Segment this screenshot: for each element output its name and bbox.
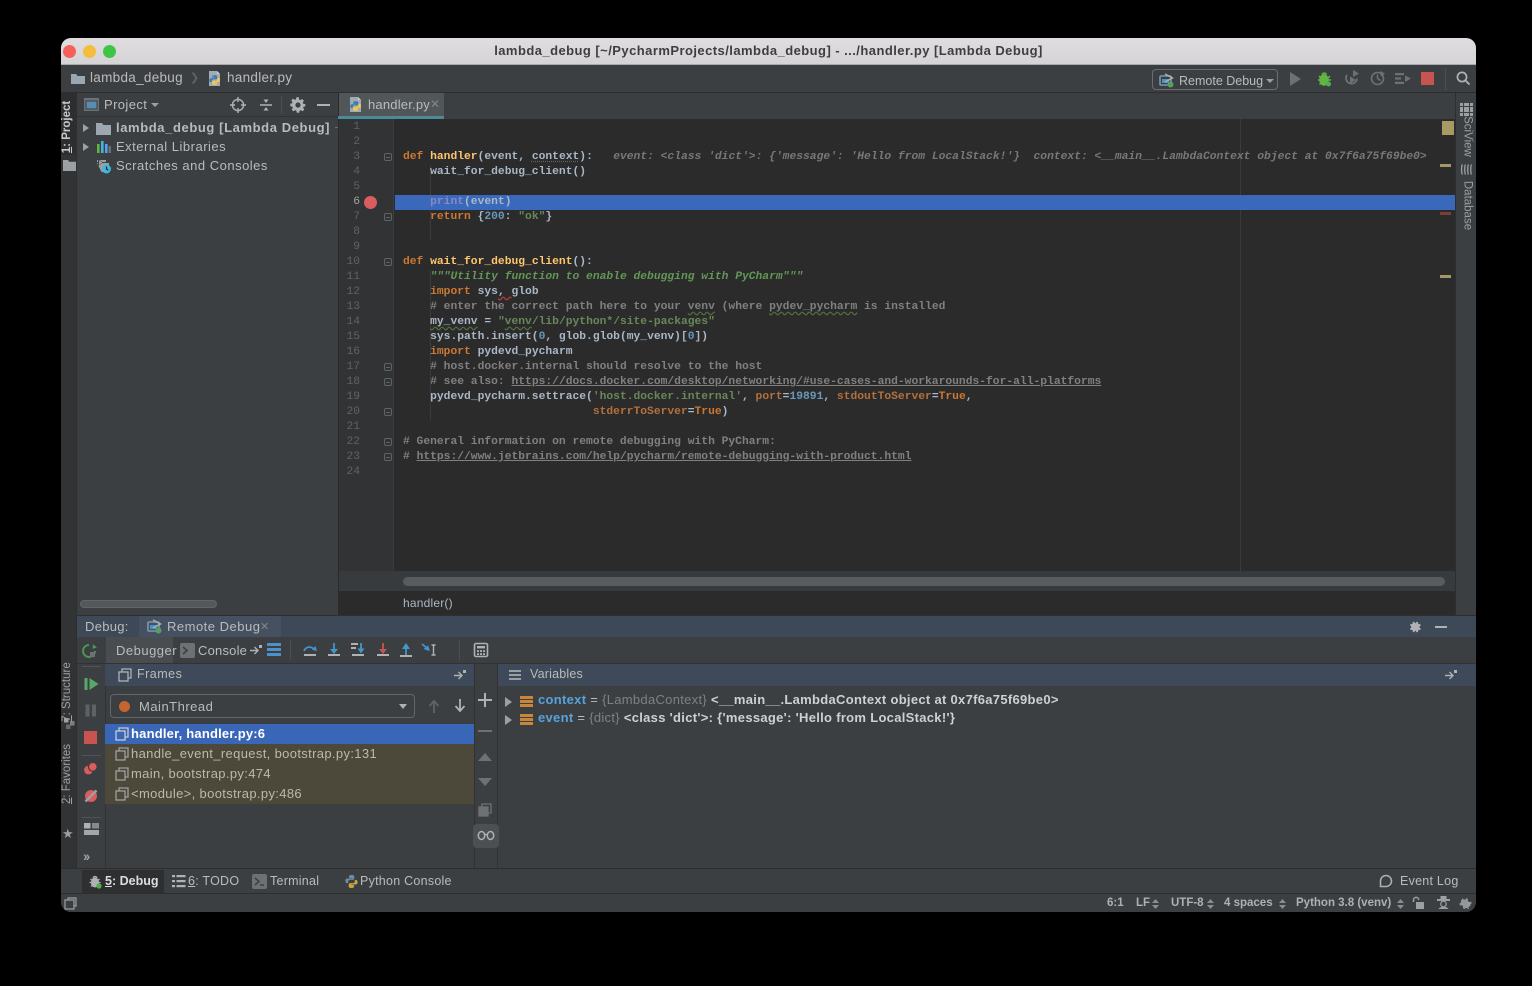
svg-text:?: ? [1466, 902, 1471, 910]
